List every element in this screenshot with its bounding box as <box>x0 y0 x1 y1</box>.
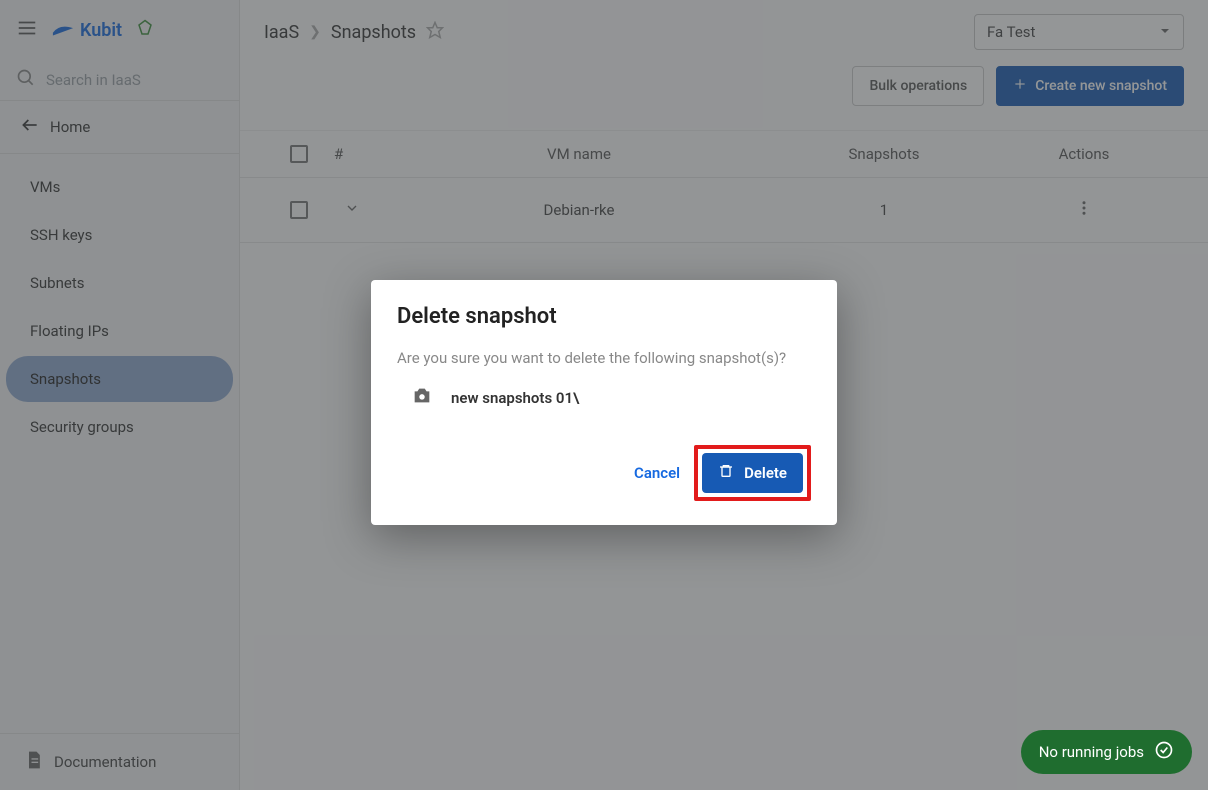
delete-button[interactable]: Delete <box>702 453 803 493</box>
snapshot-entry: new snapshots 01\ <box>397 385 811 411</box>
delete-button-label: Delete <box>744 464 787 482</box>
dialog-message: Are you sure you want to delete the foll… <box>397 349 811 367</box>
dialog-title: Delete snapshot <box>397 304 811 329</box>
delete-snapshot-dialog: Delete snapshot Are you sure you want to… <box>371 280 837 525</box>
check-circle-icon <box>1154 740 1174 764</box>
jobs-label: No running jobs <box>1039 743 1144 761</box>
dialog-actions: Cancel Delete <box>397 445 811 501</box>
jobs-status-pill[interactable]: No running jobs <box>1021 730 1192 774</box>
camera-icon <box>411 385 433 411</box>
snapshot-name: new snapshots 01\ <box>451 389 579 407</box>
modal-overlay: Delete snapshot Are you sure you want to… <box>0 0 1208 790</box>
cancel-button[interactable]: Cancel <box>634 464 680 482</box>
trash-icon <box>718 463 734 483</box>
delete-button-highlight: Delete <box>694 445 811 501</box>
